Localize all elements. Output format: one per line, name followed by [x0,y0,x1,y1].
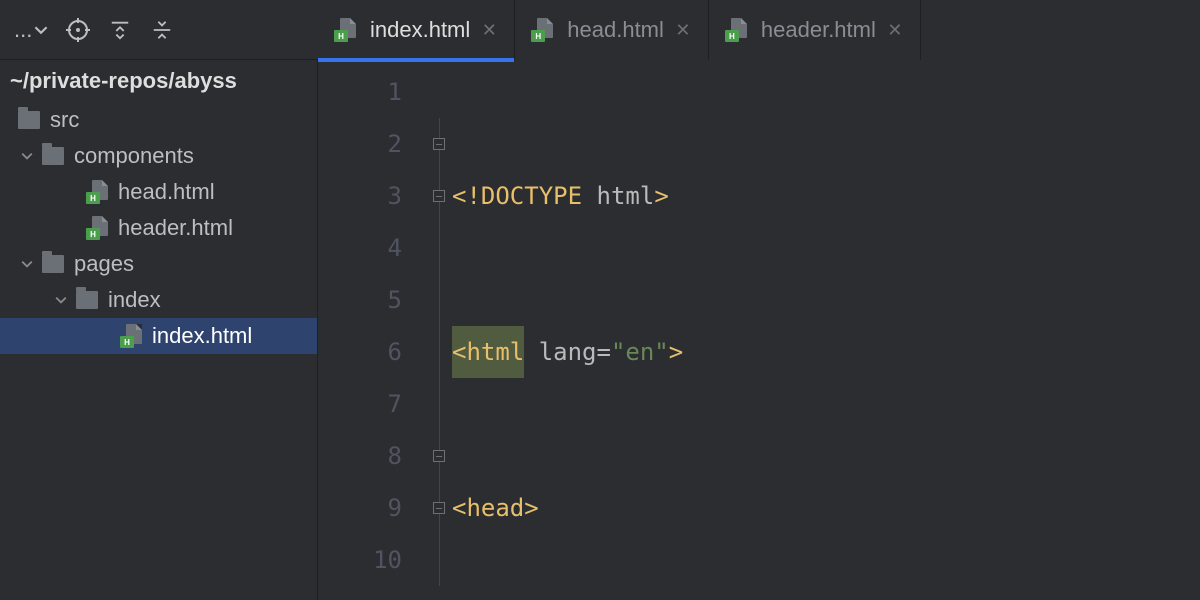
tree-label: index.html [152,323,252,349]
dropdown-label: ... [14,17,32,43]
line-number[interactable]: 4 [318,222,402,274]
tab-label: header.html [761,17,876,43]
html-file-icon: H [334,18,356,42]
tree-label: src [50,107,79,133]
close-icon[interactable]: ✕ [480,21,498,39]
html-file-icon: H [86,180,108,204]
line-number[interactable]: 6 [318,326,402,378]
chevron-down-icon[interactable] [52,291,70,309]
line-number[interactable]: 5 [318,274,402,326]
folder-icon [76,291,98,309]
tree-label: header.html [118,215,233,241]
fold-handle[interactable] [433,450,445,462]
line-number[interactable]: 7 [318,378,402,430]
folder-icon [42,255,64,273]
close-icon[interactable]: ✕ [674,21,692,39]
line-number[interactable]: 9 [318,482,402,534]
tab-index-html[interactable]: H index.html ✕ [318,0,515,60]
tree-folder-index[interactable]: index [0,282,317,318]
code-line: <head> [452,482,1200,534]
close-icon[interactable]: ✕ [886,21,904,39]
fold-gutter [426,60,452,600]
code-line: <!DOCTYPE html> [452,170,1200,222]
project-tree: ~/private-repos/abyss src components H h… [0,60,318,600]
tree-file-head-html[interactable]: H head.html [0,174,317,210]
project-root[interactable]: ~/private-repos/abyss [0,60,317,102]
tab-label: head.html [567,17,664,43]
tab-label: index.html [370,17,470,43]
tree-label: head.html [118,179,215,205]
line-number[interactable]: 3 [318,170,402,222]
folder-icon [18,111,40,129]
line-number[interactable]: 10 [318,534,402,586]
html-file-icon: H [531,18,553,42]
line-number[interactable]: 1 [318,66,402,118]
html-file-icon: H [86,216,108,240]
tree-file-index-html[interactable]: H index.html [0,318,317,354]
tree-folder-src[interactable]: src [0,102,317,138]
collapse-all-icon[interactable] [150,18,174,42]
fold-handle[interactable] [433,190,445,202]
tab-head-html[interactable]: H head.html ✕ [515,0,709,60]
tree-folder-pages[interactable]: pages [0,246,317,282]
fold-handle[interactable] [433,138,445,150]
tree-label: components [74,143,194,169]
target-icon[interactable] [66,18,90,42]
tree-folder-components[interactable]: components [0,138,317,174]
line-number[interactable]: 2 [318,118,402,170]
chevron-down-icon [34,23,48,37]
fold-handle[interactable] [433,502,445,514]
toolbar-menu-dropdown[interactable]: ... [14,17,48,43]
editor-area: 1 2 3 4 5 6 7 8 9 10 [318,60,1200,600]
expand-all-icon[interactable] [108,18,132,42]
main-area: ~/private-repos/abyss src components H h… [0,60,1200,600]
chevron-down-icon[interactable] [18,147,36,165]
html-file-icon: H [725,18,747,42]
line-gutter: 1 2 3 4 5 6 7 8 9 10 [318,60,426,600]
html-file-icon: H [120,324,142,348]
code-content[interactable]: <!DOCTYPE html> <html lang="en"> <head> … [452,60,1200,600]
chevron-down-icon[interactable] [18,255,36,273]
code-line: <html lang="en"> [452,326,1200,378]
toolbar-left-group: ... [8,17,174,43]
editor-tabs: H index.html ✕ H head.html ✕ H header.ht… [318,0,1200,60]
line-number[interactable]: 8 [318,430,402,482]
folder-icon [42,147,64,165]
tree-label: pages [74,251,134,277]
tab-header-html[interactable]: H header.html ✕ [709,0,921,60]
tree-label: index [108,287,161,313]
tree-file-header-html[interactable]: H header.html [0,210,317,246]
code-editor[interactable]: 1 2 3 4 5 6 7 8 9 10 [318,60,1200,600]
